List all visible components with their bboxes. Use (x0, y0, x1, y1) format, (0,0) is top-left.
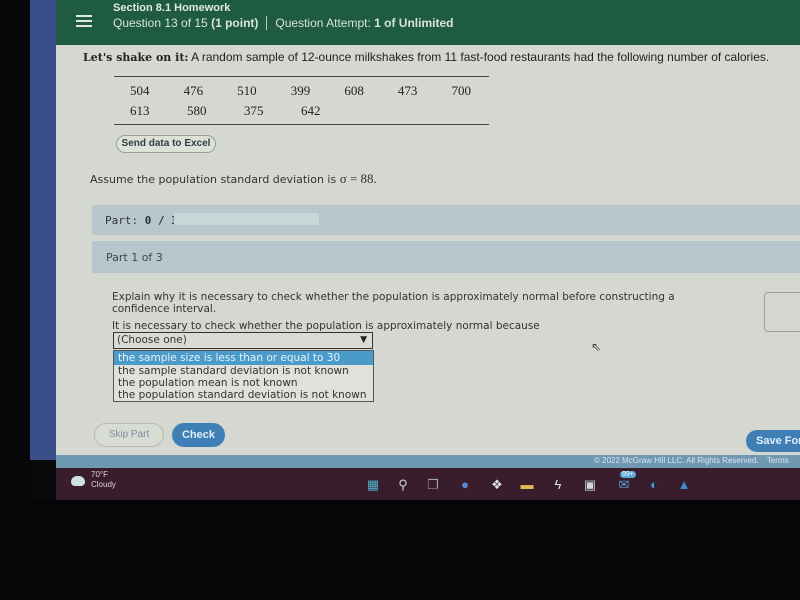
mail-icon[interactable]: ✉ (616, 477, 632, 493)
problem-intro: Let's shake on it: A random sample of 12… (83, 50, 769, 64)
attempt-label: Question Attempt: (275, 16, 371, 30)
data-row: 613 580 375 642 (114, 101, 489, 121)
part-label: Part: (105, 214, 139, 227)
chat-icon[interactable]: ● (457, 477, 473, 493)
part-progress-label: Part: 0 / 3 (105, 214, 178, 227)
skip-part-button[interactable]: Skip Part (94, 423, 164, 447)
dropdown-option[interactable]: the sample size is less than or equal to… (114, 351, 373, 365)
menu-icon[interactable] (76, 12, 92, 30)
dropdown-option[interactable]: the population standard deviation is not… (114, 389, 373, 401)
assignment-header: Section 8.1 Homework Question 13 of 15 (… (56, 0, 800, 45)
sigma-value: σ = 88. (339, 171, 377, 186)
microsoft-store-icon[interactable]: ▣ (582, 477, 598, 493)
attempt-value: 1 of Unlimited (374, 16, 454, 30)
task-view-icon[interactable]: ❐ (425, 477, 441, 493)
data-cell: 476 (183, 83, 204, 98)
weather-temperature[interactable]: 70°F (91, 470, 108, 479)
assumption-label: Assume the population standard deviation… (90, 173, 340, 186)
problem-text: A random sample of 12-ounce milkshakes f… (191, 50, 770, 64)
photos-icon[interactable]: ▲ (676, 477, 692, 493)
footer-text: © 2022 McGraw Hill LLC. All Rights Reser… (594, 456, 789, 465)
question-points: (1 point) (211, 16, 259, 30)
side-tool-box[interactable] (764, 292, 800, 332)
app-bolt-icon[interactable]: ϟ (550, 477, 566, 493)
assumption-text: Assume the population standard deviation… (90, 171, 377, 187)
part-header: Part 1 of 3 (92, 241, 800, 273)
data-cell: 473 (397, 83, 418, 98)
mouse-cursor-icon: ⇖ (591, 340, 602, 354)
header-divider (266, 16, 268, 30)
save-for-later-button[interactable]: Save For (746, 430, 800, 452)
part-header-label: Part 1 of 3 (106, 251, 163, 264)
weather-condition[interactable]: Cloudy (91, 480, 116, 489)
data-cell: 504 (130, 83, 150, 98)
edge-browser-icon[interactable]: ◐ (646, 477, 662, 493)
copyright-text: © 2022 McGraw Hill LLC. All Rights Reser… (594, 456, 759, 465)
data-row: 504 476 510 399 608 473 700 (114, 81, 489, 101)
dropdown-option[interactable]: the sample standard deviation is not kno… (114, 365, 373, 377)
send-to-excel-button[interactable]: Send data to Excel (116, 135, 216, 153)
data-cell: 399 (290, 83, 311, 98)
mail-badge: 99+ (620, 471, 636, 478)
data-cell: 613 (130, 103, 150, 118)
dropdown-option[interactable]: the population mean is not known (114, 377, 373, 389)
select-value: (Choose one) (117, 334, 187, 346)
part-progress-track (174, 213, 319, 225)
data-cell: 642 (301, 103, 321, 118)
dropdown-arrow-icon: ▼ (360, 335, 367, 345)
question-info: Question 13 of 15 (1 point) Question Atte… (113, 16, 453, 30)
data-cell: 608 (344, 83, 364, 98)
data-cell: 580 (187, 103, 207, 118)
data-cell: 375 (244, 103, 264, 118)
question-number: Question 13 of 15 (113, 16, 208, 30)
problem-lead: Let's shake on it: (83, 51, 189, 64)
search-icon[interactable]: ⚲ (395, 477, 411, 493)
question-prompt: Explain why it is necessary to check whe… (112, 291, 675, 315)
windows-start-icon[interactable]: ▦ (365, 477, 381, 493)
screen-bezel-bottom (0, 500, 800, 600)
cloud-icon[interactable] (71, 476, 85, 486)
check-button[interactable]: Check (172, 423, 225, 447)
data-cell: 700 (451, 83, 471, 98)
answer-select[interactable]: (Choose one) ▼ (113, 332, 373, 349)
section-title: Section 8.1 Homework (113, 2, 231, 14)
answer-dropdown-list: the sample size is less than or equal to… (113, 350, 374, 402)
part-progress-bar: Part: 0 / 3 (92, 205, 800, 235)
terms-link[interactable]: Terms (767, 456, 789, 465)
browser-screen: Section 8.1 Homework Question 13 of 15 (… (56, 0, 800, 500)
file-explorer-icon[interactable]: ▬ (519, 477, 535, 493)
windows-taskbar: 70°F Cloudy ▦ ⚲ ❐ ● ❖ ▬ ϟ ▣ ✉ 99+ ◐ ▲ (56, 468, 800, 500)
calorie-data-table: 504 476 510 399 608 473 700 613 580 375 … (114, 76, 489, 125)
background-window-edge (30, 0, 56, 460)
question-content: Let's shake on it: A random sample of 12… (56, 45, 800, 455)
data-cell: 510 (237, 83, 257, 98)
part-value: 0 / 3 (144, 214, 178, 227)
dropbox-icon[interactable]: ❖ (489, 477, 505, 493)
question-stem: It is necessary to check whether the pop… (112, 320, 540, 332)
page-footer: © 2022 McGraw Hill LLC. All Rights Reser… (56, 455, 800, 468)
screen-bezel (0, 0, 32, 500)
